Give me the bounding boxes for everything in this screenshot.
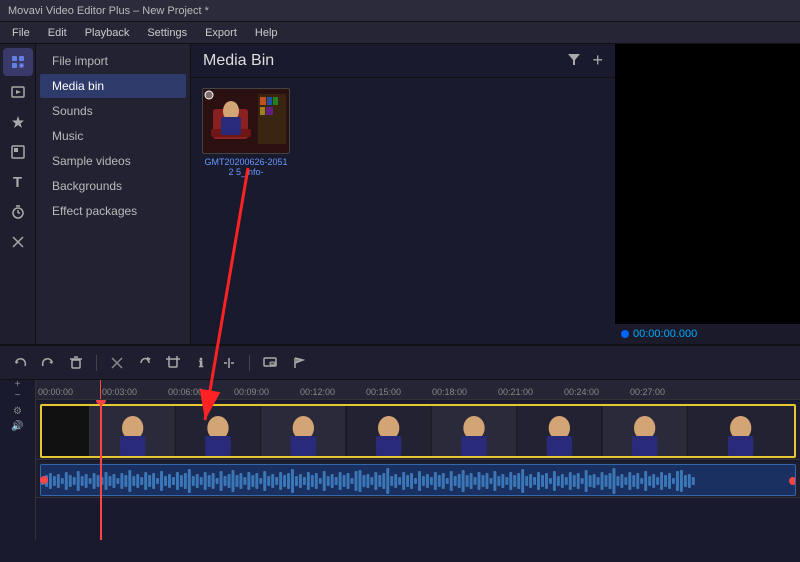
sidebar-item-media-bin[interactable]: Media bin (40, 74, 186, 98)
preview-area: 00:00:00.000 (615, 44, 800, 344)
ruler-mark-8: 00:24:00 (564, 387, 599, 397)
menu-help[interactable]: Help (247, 25, 286, 41)
content-area: T File import Media bin Sounds (0, 44, 800, 344)
media-bin-header: Media Bin + (191, 44, 615, 78)
menu-export[interactable]: Export (197, 25, 245, 41)
media-bin-content: GMT20200626-20512 5_info- (191, 78, 615, 344)
sidebar: File import Media bin Sounds Music Sampl… (36, 44, 191, 344)
menu-playback[interactable]: Playback (77, 25, 138, 41)
pip-button[interactable] (258, 351, 282, 375)
menu-file[interactable]: File (4, 25, 38, 41)
audio-start-marker (40, 476, 48, 484)
ruler-mark-6: 00:18:00 (432, 387, 467, 397)
media-item-label: GMT20200626-20512 5_info- (202, 157, 290, 177)
media-tool-btn[interactable] (3, 78, 33, 106)
timeline-ruler-row: + − 00:00:00 00:03:00 00:06:00 00:09:00 … (0, 380, 800, 400)
ruler-mark-0: 00:00:00 (38, 387, 73, 397)
clip-frames (90, 406, 794, 456)
info-button[interactable]: ℹ (189, 351, 213, 375)
filter-button[interactable] (566, 51, 582, 70)
thumbnail-image (203, 89, 289, 153)
timeline-tracks: // Generate waveform bars inline - using… (36, 400, 800, 540)
menu-settings[interactable]: Settings (139, 25, 195, 41)
preview-dot (621, 330, 629, 338)
audio-clip[interactable]: // Generate waveform bars inline - using… (40, 464, 796, 496)
ruler-playhead (100, 380, 101, 399)
sidebar-item-effect-packages[interactable]: Effect packages (40, 199, 186, 223)
timeline-area: ℹ (0, 344, 800, 540)
ruler-mark-3: 00:09:00 (234, 387, 269, 397)
sidebar-item-file-import[interactable]: File import (40, 49, 186, 73)
flag-button[interactable] (286, 351, 310, 375)
timeline-toolbar: ℹ (0, 346, 800, 380)
main-area: T File import Media bin Sounds (0, 44, 800, 540)
menu-edit[interactable]: Edit (40, 25, 75, 41)
track-settings-btn[interactable]: ⚙ (13, 406, 22, 417)
split-button[interactable] (217, 351, 241, 375)
video-clip[interactable] (40, 404, 796, 458)
rotate-button[interactable] (133, 351, 157, 375)
ruler-mark-9: 00:27:00 (630, 387, 665, 397)
title-bar: Movavi Video Editor Plus – New Project * (0, 0, 800, 22)
effects-tool-btn[interactable] (3, 108, 33, 136)
ruler-mark-7: 00:21:00 (498, 387, 533, 397)
media-bin-actions: + (566, 50, 603, 71)
sidebar-item-backgrounds[interactable]: Backgrounds (40, 174, 186, 198)
video-track (36, 402, 800, 460)
timeline-ruler: 00:00:00 00:03:00 00:06:00 00:09:00 00:1… (36, 380, 800, 400)
preview-screen (615, 44, 800, 324)
timeline-content: ⚙ 🔊 (0, 400, 800, 540)
media-bin: Media Bin + (191, 44, 615, 344)
toolbar-separator-2 (249, 355, 250, 371)
text-tool-btn[interactable]: T (3, 168, 33, 196)
delete-button[interactable] (64, 351, 88, 375)
ruler-mark-1: 00:03:00 (102, 387, 137, 397)
ruler-mark-4: 00:12:00 (300, 387, 335, 397)
zoom-in-icon[interactable]: + (15, 379, 21, 390)
add-media-button[interactable]: + (592, 50, 603, 71)
timecode: 00:00:00.000 (633, 328, 697, 340)
ruler-mark-2: 00:06:00 (168, 387, 203, 397)
sidebar-item-sounds[interactable]: Sounds (40, 99, 186, 123)
timeline-playhead (100, 400, 102, 540)
ruler-mark-5: 00:15:00 (366, 387, 401, 397)
left-toolbar: T (0, 44, 36, 344)
timeline-track-controls: ⚙ 🔊 (0, 400, 36, 540)
sidebar-item-music[interactable]: Music (40, 124, 186, 148)
track-audio-btn[interactable]: 🔊 (11, 421, 23, 432)
media-bin-title: Media Bin (203, 52, 274, 70)
timer-tool-btn[interactable] (3, 198, 33, 226)
tools-tool-btn[interactable] (3, 228, 33, 256)
toolbar-separator-1 (96, 355, 97, 371)
cut-button[interactable] (105, 351, 129, 375)
crop-button[interactable] (161, 351, 185, 375)
sidebar-item-sample-videos[interactable]: Sample videos (40, 149, 186, 173)
media-item[interactable]: GMT20200626-20512 5_info- (201, 88, 291, 177)
undo-button[interactable] (8, 351, 32, 375)
clip-black-start (42, 406, 90, 456)
audio-track: // Generate waveform bars inline - using… (36, 462, 800, 498)
import-tool-btn[interactable] (3, 48, 33, 76)
media-thumbnail (202, 88, 290, 154)
redo-button[interactable] (36, 351, 60, 375)
window-title: Movavi Video Editor Plus – New Project * (8, 5, 209, 17)
filters-tool-btn[interactable] (3, 138, 33, 166)
menu-bar: File Edit Playback Settings Export Help (0, 22, 800, 44)
preview-time-display: 00:00:00.000 (615, 324, 800, 344)
